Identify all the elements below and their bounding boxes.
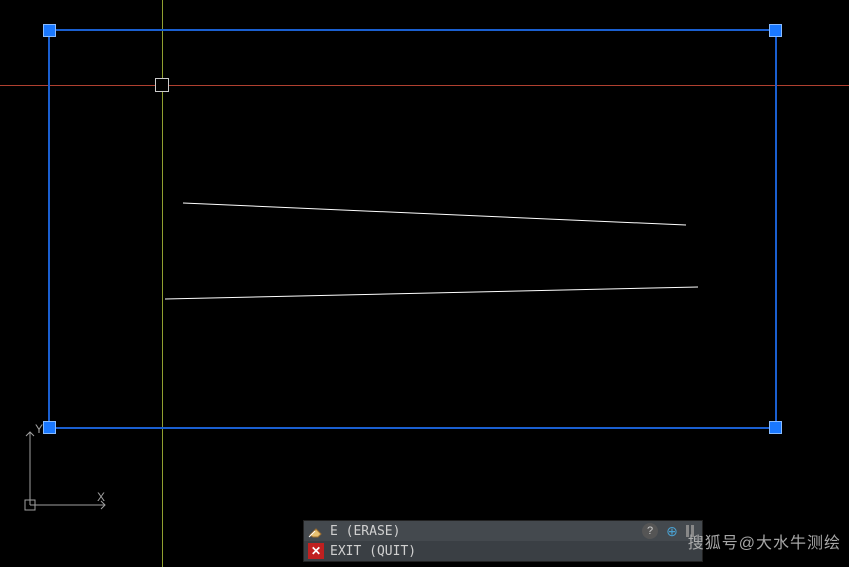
grip-top-right[interactable]	[769, 24, 782, 37]
ucs-icon: X Y	[25, 422, 115, 512]
globe-icon[interactable]: ⊕	[664, 523, 680, 539]
command-autocomplete-popup[interactable]: E (ERASE) ? ⊕ ✕ EXIT (QUIT)	[303, 520, 703, 562]
command-suggestion-label: EXIT (QUIT)	[330, 544, 416, 559]
command-input-text[interactable]: E (ERASE)	[330, 524, 642, 539]
grip-top-left[interactable]	[43, 24, 56, 37]
grip-bottom-right[interactable]	[769, 421, 782, 434]
selected-rectangle[interactable]	[48, 29, 777, 429]
close-icon: ✕	[308, 543, 324, 559]
command-input-row[interactable]: E (ERASE) ? ⊕	[304, 521, 702, 541]
eraser-icon	[308, 523, 324, 539]
ucs-x-label: X	[97, 490, 105, 504]
command-suggestion-exit[interactable]: ✕ EXIT (QUIT)	[304, 541, 702, 561]
ucs-y-label: Y	[35, 422, 43, 436]
watermark-text: 搜狐号@大水牛测绘	[688, 529, 841, 553]
help-icon[interactable]: ?	[642, 523, 658, 539]
